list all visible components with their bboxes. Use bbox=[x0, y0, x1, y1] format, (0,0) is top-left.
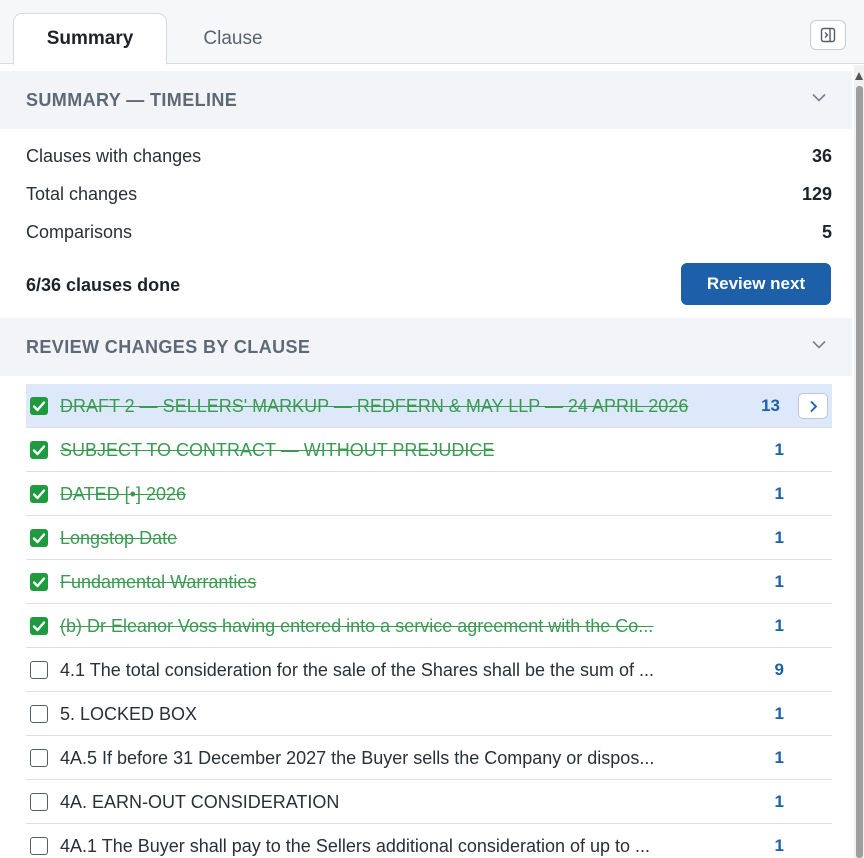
clause-row-text: 4A.1 The Buyer shall pay to the Sellers … bbox=[60, 836, 651, 856]
chevron-down-icon bbox=[812, 93, 826, 102]
checkbox-unchecked[interactable] bbox=[30, 749, 48, 767]
chevron-right-icon bbox=[809, 400, 817, 412]
summary-section-title: SUMMARY — TIMELINE bbox=[26, 89, 238, 110]
clause-row-text: Longstop Date bbox=[60, 528, 178, 548]
clause-change-count: 1 bbox=[774, 704, 784, 723]
summary-section-header[interactable]: SUMMARY — TIMELINE bbox=[0, 71, 852, 129]
clause-list: DRAFT 2 — SELLERS' MARKUP — REDFERN & MA… bbox=[26, 384, 832, 858]
clause-change-count: 1 bbox=[774, 484, 784, 503]
clause-row-text: 5. LOCKED BOX bbox=[60, 704, 198, 724]
clause-row[interactable]: SUBJECT TO CONTRACT — WITHOUT PREJUDICE 1 bbox=[26, 428, 832, 472]
stat-clauses-with-changes: Clauses with changes 36 bbox=[26, 141, 832, 171]
checkbox-unchecked[interactable] bbox=[30, 837, 48, 855]
clause-row-text: DATED [•] 2026 bbox=[60, 484, 187, 504]
summary-panel: SUMMARY — TIMELINE Clauses with changes … bbox=[0, 65, 852, 858]
checkmark-icon bbox=[32, 577, 46, 588]
clause-row-text: (b) Dr Eleanor Voss having entered into … bbox=[60, 616, 654, 636]
clause-row[interactable]: 4A.5 If before 31 December 2027 the Buye… bbox=[26, 736, 832, 780]
clause-row[interactable]: 4A. EARN-OUT CONSIDERATION 1 bbox=[26, 780, 832, 824]
checkbox-checked[interactable] bbox=[30, 617, 48, 635]
clause-row[interactable]: Longstop Date 1 bbox=[26, 516, 832, 560]
review-section-header[interactable]: REVIEW CHANGES BY CLAUSE bbox=[0, 318, 852, 376]
stat-label: Comparisons bbox=[26, 221, 133, 242]
stat-comparisons: Comparisons 5 bbox=[26, 217, 832, 247]
clause-change-count: 1 bbox=[774, 792, 784, 811]
panel-collapse-icon bbox=[820, 27, 836, 43]
clause-row-text: Fundamental Warranties bbox=[60, 572, 257, 592]
progress-text: 6/36 clauses done bbox=[26, 275, 181, 295]
checkmark-icon bbox=[32, 533, 46, 544]
review-next-button[interactable]: Review next bbox=[681, 263, 831, 305]
clause-row-text: 4A. EARN-OUT CONSIDERATION bbox=[60, 792, 340, 812]
stat-total-changes: Total changes 129 bbox=[26, 179, 832, 209]
clause-row[interactable]: 5. LOCKED BOX 1 bbox=[26, 692, 832, 736]
clause-change-count: 1 bbox=[774, 748, 784, 767]
clause-row-text: DRAFT 2 — SELLERS' MARKUP — REDFERN & MA… bbox=[60, 396, 689, 416]
tab-summary[interactable]: Summary bbox=[13, 13, 167, 65]
clause-row[interactable]: 4A.1 The Buyer shall pay to the Sellers … bbox=[26, 824, 832, 858]
clause-change-count: 13 bbox=[761, 396, 780, 415]
checkbox-checked[interactable] bbox=[30, 529, 48, 547]
clause-row[interactable]: Fundamental Warranties 1 bbox=[26, 560, 832, 604]
clause-row-text: 4.1 The total consideration for the sale… bbox=[60, 660, 655, 680]
clause-change-count: 1 bbox=[774, 440, 784, 459]
collapse-panel-button[interactable] bbox=[810, 20, 846, 50]
tab-clause[interactable]: Clause bbox=[167, 13, 299, 65]
stat-label: Total changes bbox=[26, 183, 138, 204]
clause-change-count: 1 bbox=[774, 836, 784, 855]
review-section-title: REVIEW CHANGES BY CLAUSE bbox=[26, 336, 311, 357]
clause-change-count: 1 bbox=[774, 572, 784, 591]
clause-row[interactable]: 4.1 The total consideration for the sale… bbox=[26, 648, 832, 692]
checkbox-unchecked[interactable] bbox=[30, 661, 48, 679]
clause-row-text: SUBJECT TO CONTRACT — WITHOUT PREJUDICE bbox=[60, 440, 495, 460]
clause-row[interactable]: DRAFT 2 — SELLERS' MARKUP — REDFERN & MA… bbox=[26, 384, 832, 428]
open-clause-button[interactable] bbox=[798, 393, 828, 419]
checkbox-checked[interactable] bbox=[30, 397, 48, 415]
scrollbar-thumb[interactable] bbox=[856, 86, 863, 858]
stat-value: 5 bbox=[821, 221, 832, 242]
checkmark-icon bbox=[32, 401, 46, 412]
scroll-up-arrow[interactable] bbox=[855, 72, 863, 80]
clause-change-count: 1 bbox=[774, 616, 784, 635]
chevron-down-icon bbox=[812, 340, 826, 349]
stat-value: 129 bbox=[801, 183, 832, 204]
checkmark-icon bbox=[32, 621, 46, 632]
clause-change-count: 1 bbox=[774, 528, 784, 547]
checkbox-checked[interactable] bbox=[30, 485, 48, 503]
clause-row-text: 4A.5 If before 31 December 2027 the Buye… bbox=[60, 748, 655, 768]
checkbox-unchecked[interactable] bbox=[30, 705, 48, 723]
stat-label: Clauses with changes bbox=[26, 145, 202, 166]
checkmark-icon bbox=[32, 445, 46, 456]
clause-row[interactable]: (b) Dr Eleanor Voss having entered into … bbox=[26, 604, 832, 648]
checkmark-icon bbox=[32, 489, 46, 500]
checkbox-unchecked[interactable] bbox=[30, 793, 48, 811]
checkbox-checked[interactable] bbox=[30, 441, 48, 459]
tab-bar: Summary Clause bbox=[0, 0, 864, 65]
clause-row[interactable]: DATED [•] 2026 1 bbox=[26, 472, 832, 516]
checkbox-checked[interactable] bbox=[30, 573, 48, 591]
clause-change-count: 9 bbox=[774, 660, 784, 679]
stat-value: 36 bbox=[811, 145, 832, 166]
